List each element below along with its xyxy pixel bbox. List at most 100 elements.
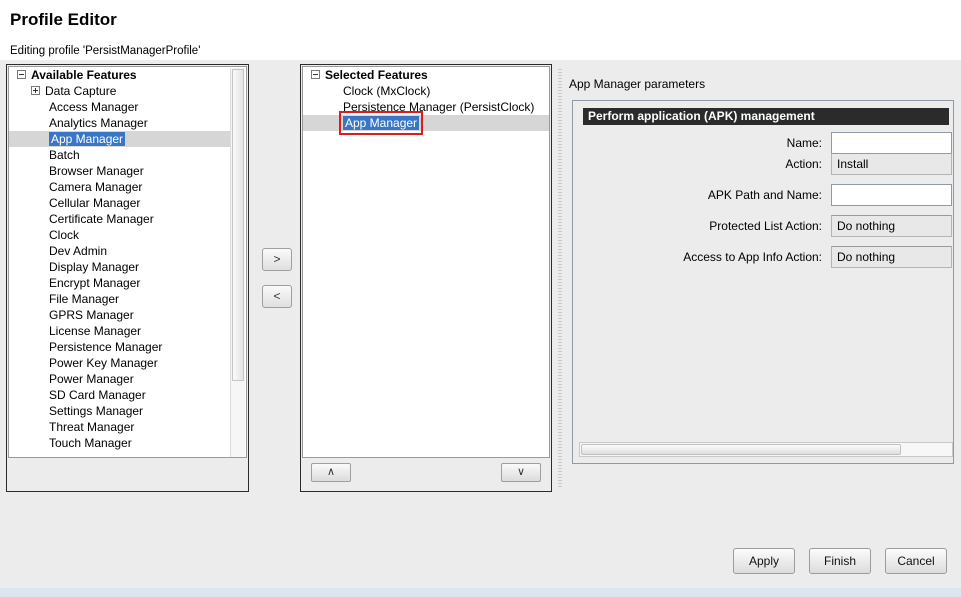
splitter-grip-icon xyxy=(558,68,562,488)
field-row-name: Name: xyxy=(573,132,955,154)
tree-item-cellular-manager[interactable]: Cellular Manager xyxy=(9,195,231,211)
tree-node-label: SD Card Manager xyxy=(49,388,146,402)
field-label-protected-list-action: Protected List Action: xyxy=(709,219,822,233)
tree-node-label: Available Features xyxy=(31,68,137,82)
tree-root-selected-features[interactable]: Selected Features xyxy=(303,67,549,83)
tree-node-label: Power Key Manager xyxy=(49,356,158,370)
tree-item-access-manager[interactable]: Access Manager xyxy=(9,99,231,115)
tree-node-label: GPRS Manager xyxy=(49,308,134,322)
tree-item-clock[interactable]: Clock xyxy=(9,227,231,243)
tree-item-power-manager[interactable]: Power Manager xyxy=(9,371,231,387)
plus-box-icon[interactable] xyxy=(31,86,40,96)
page-subtitle: Editing profile 'PersistManagerProfile' xyxy=(10,45,201,57)
input-name[interactable] xyxy=(831,132,952,154)
tree-item-batch[interactable]: Batch xyxy=(9,147,231,163)
tree-item-persistence-manager[interactable]: Persistence Manager xyxy=(9,339,231,355)
tree-item-app-manager[interactable]: App Manager xyxy=(9,131,231,147)
tree-item-camera-manager[interactable]: Camera Manager xyxy=(9,179,231,195)
panel-splitter[interactable] xyxy=(557,64,563,492)
dialog-footer: Apply Finish Cancel xyxy=(0,548,961,588)
field-label-access-to-app-info-action: Access to App Info Action: xyxy=(683,250,822,264)
move-down-button[interactable]: ∨ xyxy=(501,463,541,482)
finish-button[interactable]: Finish xyxy=(809,548,871,574)
selected-item-persistence-manager-persistclock-[interactable]: Persistence Manager (PersistClock) xyxy=(303,99,549,115)
tree-node-label: Encrypt Manager xyxy=(49,276,141,290)
tree-node-label: Data Capture xyxy=(45,84,117,98)
tree-node-label: Settings Manager xyxy=(49,404,144,418)
available-features-panel: Available Features Data Capture Access Man… xyxy=(6,64,249,492)
combo-protected-list-action[interactable]: Do nothing xyxy=(831,215,952,237)
add-feature-button[interactable]: > xyxy=(262,248,292,271)
tree-node-label: Dev Admin xyxy=(49,244,108,258)
selected-features-tree[interactable]: Selected Features Clock (MxClock) Persiste… xyxy=(302,66,550,458)
tree-node-label: License Manager xyxy=(49,324,142,338)
minus-box-icon[interactable] xyxy=(17,70,26,80)
tree-node-label: Camera Manager xyxy=(49,180,143,194)
tree-node-label: Display Manager xyxy=(49,260,140,274)
footer-buttons: Apply Finish Cancel xyxy=(719,548,947,574)
tree-node-label: Touch Manager xyxy=(49,436,132,450)
field-label-name: Name: xyxy=(786,136,822,150)
tree-item-certificate-manager[interactable]: Certificate Manager xyxy=(9,211,231,227)
tree-item-display-manager[interactable]: Display Manager xyxy=(9,259,231,275)
available-features-rows: Available Features Data Capture Access Man… xyxy=(9,67,231,451)
tree-node-label: Analytics Manager xyxy=(49,116,148,130)
move-up-button[interactable]: ∧ xyxy=(311,463,351,482)
tree-item-license-manager[interactable]: License Manager xyxy=(9,323,231,339)
tree-node-label: Persistence Manager xyxy=(49,340,163,354)
tree-node-label: App Manager xyxy=(343,116,420,130)
page-header: Profile Editor Editing profile 'PersistM… xyxy=(0,0,961,60)
minus-box-icon[interactable] xyxy=(311,70,320,80)
tree-item-power-key-manager[interactable]: Power Key Manager xyxy=(9,355,231,371)
tree-node-label: Access Manager xyxy=(49,100,139,114)
tree-node-label: Threat Manager xyxy=(49,420,135,434)
remove-feature-button[interactable]: < xyxy=(262,285,292,308)
tree-node-label: Clock xyxy=(49,228,80,242)
scrollbar-thumb[interactable] xyxy=(581,444,901,455)
scrollbar-thumb[interactable] xyxy=(232,69,244,381)
tree-root-available-features[interactable]: Available Features xyxy=(9,67,231,83)
tree-item-data-capture[interactable]: Data Capture xyxy=(9,83,231,99)
tree-item-dev-admin[interactable]: Dev Admin xyxy=(9,243,231,259)
tree-node-label: Selected Features xyxy=(325,68,428,82)
field-row-protected-list-action: Protected List Action: Do nothing xyxy=(573,215,955,237)
available-tree-vertical-scrollbar[interactable] xyxy=(230,68,245,457)
tree-item-settings-manager[interactable]: Settings Manager xyxy=(9,403,231,419)
input-apk-path-and-name[interactable] xyxy=(831,184,952,206)
tree-item-threat-manager[interactable]: Threat Manager xyxy=(9,419,231,435)
tree-item-touch-manager[interactable]: Touch Manager xyxy=(9,435,231,451)
tree-node-label: Cellular Manager xyxy=(49,196,141,210)
tree-item-file-manager[interactable]: File Manager xyxy=(9,291,231,307)
transfer-buttons: > < xyxy=(262,248,294,322)
parameters-horizontal-scrollbar[interactable] xyxy=(579,442,953,457)
tree-item-browser-manager[interactable]: Browser Manager xyxy=(9,163,231,179)
selected-item-app-manager[interactable]: App Manager xyxy=(303,111,549,135)
bottom-accent-strip xyxy=(0,588,961,597)
tree-item-encrypt-manager[interactable]: Encrypt Manager xyxy=(9,275,231,291)
page-title: Profile Editor xyxy=(10,10,117,29)
cancel-button[interactable]: Cancel xyxy=(885,548,947,574)
combo-access-to-app-info-action[interactable]: Do nothing xyxy=(831,246,952,268)
tree-node-label: Certificate Manager xyxy=(49,212,154,226)
combo-action[interactable]: Install xyxy=(831,153,952,175)
tree-node-label: Clock (MxClock) xyxy=(343,84,431,98)
available-panel-footer xyxy=(8,458,247,490)
selected-features-panel: Selected Features Clock (MxClock) Persiste… xyxy=(300,64,552,492)
tree-node-label: File Manager xyxy=(49,292,120,306)
tree-node-label: Power Manager xyxy=(49,372,134,386)
annotation-highlight: App Manager xyxy=(339,111,424,135)
available-features-tree[interactable]: Available Features Data Capture Access Man… xyxy=(8,66,247,458)
main-content: Available Features Data Capture Access Man… xyxy=(0,64,961,499)
selected-item-clock-mxclock-[interactable]: Clock (MxClock) xyxy=(303,83,549,99)
field-row-apk-path-and-name: APK Path and Name: xyxy=(573,184,955,206)
apply-button[interactable]: Apply xyxy=(733,548,795,574)
field-label-action: Action: xyxy=(785,157,822,171)
tree-item-analytics-manager[interactable]: Analytics Manager xyxy=(9,115,231,131)
tree-item-sd-card-manager[interactable]: SD Card Manager xyxy=(9,387,231,403)
tree-node-label: Persistence Manager (PersistClock) xyxy=(343,100,535,114)
selected-panel-footer: ∧ ∨ xyxy=(302,458,550,490)
parameters-group-box: Perform application (APK) management Nam… xyxy=(572,100,954,464)
parameters-panel: App Manager parameters Perform applicati… xyxy=(567,64,957,492)
tree-item-gprs-manager[interactable]: GPRS Manager xyxy=(9,307,231,323)
field-row-action: Action: Install xyxy=(573,153,955,175)
